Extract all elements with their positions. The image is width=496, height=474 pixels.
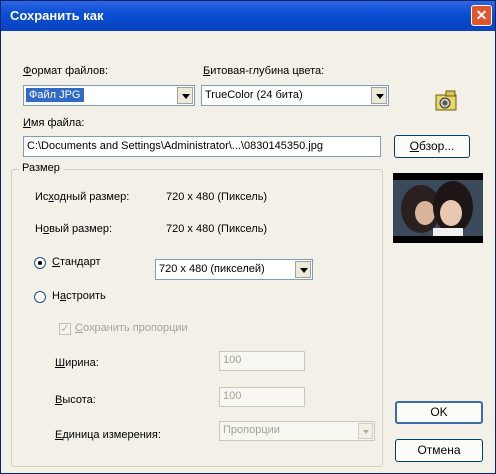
custom-label[interactable]: Настроить [52,290,106,302]
height-label: Высота: [55,394,96,406]
cancel-button[interactable]: Отмена [395,439,483,462]
height-value: 100 [223,390,242,402]
standard-label[interactable]: Стандарт [52,256,101,268]
width-value: 100 [223,354,242,366]
unit-label: Единица измерения: [55,429,161,441]
unit-select[interactable]: Пропорции [219,421,375,441]
original-size-label: Исходный размер: [35,191,130,203]
chevron-down-icon[interactable] [358,423,373,439]
title-bar[interactable]: Сохранить как ✕ [1,1,495,31]
size-group-title: Размер [19,162,63,174]
format-value: Файл JPG [26,88,84,102]
bitdepth-label: Битовая-глубина цвета: [203,65,325,77]
chevron-down-icon[interactable] [295,261,311,278]
bitdepth-value: TrueColor (24 бита) [205,89,303,101]
chevron-down-icon[interactable] [371,87,387,104]
ok-button[interactable]: OK [395,401,483,424]
width-field[interactable]: 100 [219,351,305,371]
image-preview [393,173,483,243]
width-label: Ширина: [55,357,99,369]
new-size-label: Новый размер: [35,223,113,235]
save-as-dialog: Сохранить как ✕ Формат файлов: Файл JPG … [0,0,496,474]
camera-icon [435,90,457,111]
keep-proportions-checkbox[interactable]: ✓ [59,323,71,335]
standard-radio[interactable] [34,257,46,269]
height-field[interactable]: 100 [219,387,305,407]
close-button[interactable]: ✕ [471,5,492,26]
format-select[interactable]: Файл JPG [23,85,195,106]
standard-size-value: 720 x 480 (пикселей) [159,263,265,275]
format-label: Формат файлов: [23,65,109,77]
original-size-value: 720 x 480 (Пиксель) [166,191,268,203]
bitdepth-select[interactable]: TrueColor (24 бита) [201,85,389,106]
unit-value: Пропорции [223,424,280,436]
filename-value: C:\Documents and Settings\Administrator\… [27,140,323,152]
keep-proportions-label: Сохранить пропорции [75,322,188,334]
custom-radio[interactable] [34,291,46,303]
filename-field[interactable]: C:\Documents and Settings\Administrator\… [23,136,381,157]
window-title: Сохранить как [10,8,104,23]
chevron-down-icon[interactable] [177,87,193,104]
browse-button[interactable]: Обзор... [394,135,470,158]
new-size-value: 720 x 480 (Пиксель) [166,223,268,235]
filename-label: Имя файла: [23,117,85,129]
standard-size-select[interactable]: 720 x 480 (пикселей) [155,259,313,280]
